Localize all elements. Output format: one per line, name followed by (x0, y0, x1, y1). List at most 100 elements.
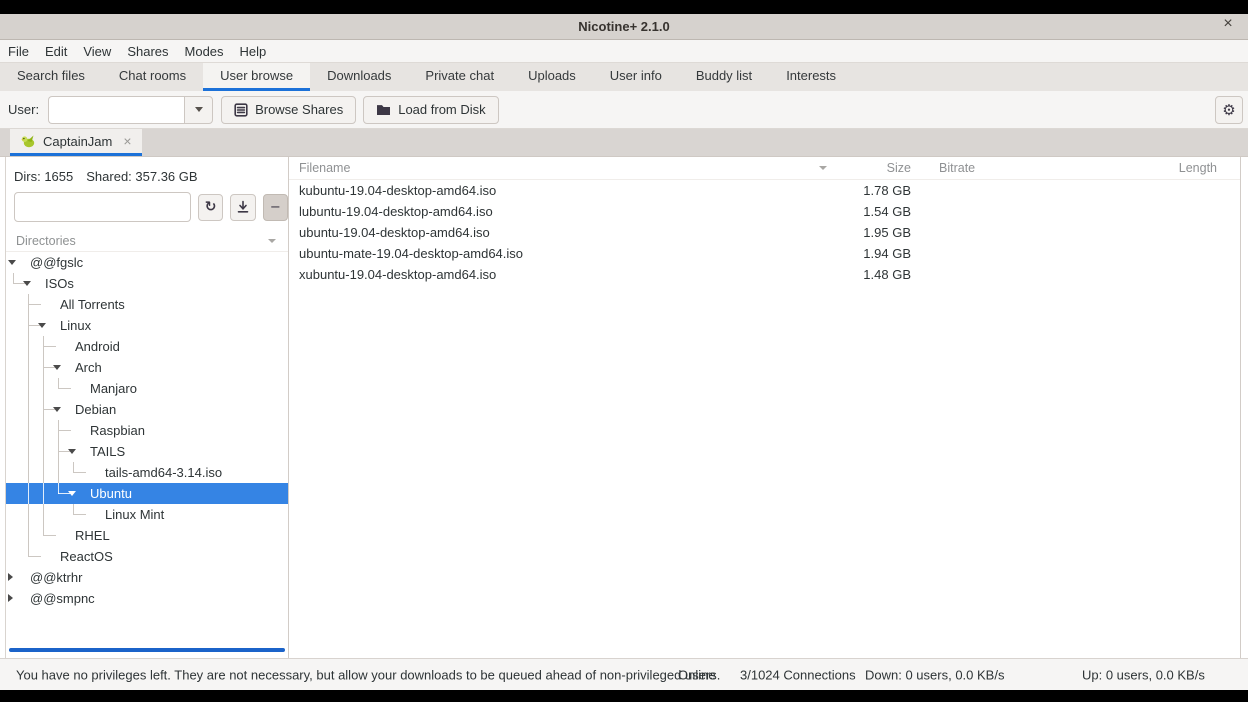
tree-item-android[interactable]: Android (6, 336, 288, 357)
tab-user-browse[interactable]: User browse (203, 63, 310, 91)
file-size: 1.54 GB (837, 204, 921, 219)
tree-item-label: @@ktrhr (30, 567, 82, 588)
file-table-header: Filename Size Bitrate Length (289, 157, 1240, 180)
chevron-down-icon (268, 239, 276, 243)
download-icon (236, 200, 250, 214)
menu-file[interactable]: File (0, 40, 37, 63)
column-header-bitrate[interactable]: Bitrate (921, 161, 1079, 175)
tree-item-label: ReactOS (60, 546, 113, 567)
folder-search-field[interactable] (14, 192, 191, 222)
expander-open-icon[interactable] (23, 281, 31, 286)
file-size: 1.95 GB (837, 225, 921, 240)
tree-line (58, 462, 59, 483)
file-name: xubuntu-19.04-desktop-amd64.iso (289, 267, 837, 282)
session-tab-label: CaptainJam (43, 134, 112, 149)
window-close-icon[interactable]: × (1218, 15, 1238, 33)
tab-private-chat[interactable]: Private chat (408, 63, 511, 91)
expander-closed-icon[interactable] (8, 594, 13, 602)
file-row[interactable]: xubuntu-19.04-desktop-amd64.iso1.48 GB (289, 264, 1240, 285)
tree-item-debian[interactable]: Debian (6, 399, 288, 420)
expander-open-icon[interactable] (68, 491, 76, 496)
tree-branch-line (28, 556, 41, 557)
tree-item-fgslc[interactable]: @@fgslc (6, 252, 288, 273)
directory-tree: @@fgslcISOsAll TorrentsLinuxAndroidArchM… (6, 252, 288, 609)
browse-shares-button[interactable]: Browse Shares (221, 96, 356, 124)
tree-item-smpnc[interactable]: @@smpnc (6, 588, 288, 609)
expander-closed-icon[interactable] (8, 573, 13, 581)
menu-help[interactable]: Help (232, 40, 275, 63)
tree-line (28, 462, 29, 483)
tree-line (43, 483, 44, 504)
column-header-size[interactable]: Size (837, 161, 921, 175)
expander-open-icon[interactable] (68, 449, 76, 454)
tree-item-linux[interactable]: Linux (6, 315, 288, 336)
tab-user-info[interactable]: User info (593, 63, 679, 91)
upload-stats: Up: 0 users, 0.0 KB/s (1082, 667, 1205, 682)
tree-item-label: @@smpnc (30, 588, 95, 609)
tab-interests[interactable]: Interests (769, 63, 853, 91)
folder-search-input[interactable] (27, 193, 203, 221)
user-label: User: (8, 102, 39, 117)
column-header-filename[interactable]: Filename (289, 161, 837, 175)
user-input[interactable] (48, 96, 184, 124)
user-dropdown-button[interactable] (184, 96, 213, 124)
folder-search-row: ↻ − (6, 192, 288, 222)
tree-item-label: Ubuntu (90, 483, 132, 504)
statusbar: You have no privileges left. They are no… (0, 658, 1248, 690)
tree-line (28, 525, 29, 546)
tab-downloads[interactable]: Downloads (310, 63, 408, 91)
configure-shares-button[interactable]: ⚙ (1215, 96, 1243, 124)
tree-item-reactos[interactable]: ReactOS (6, 546, 288, 567)
tab-buddy-list[interactable]: Buddy list (679, 63, 769, 91)
tab-captainjam[interactable]: CaptainJam × (10, 129, 142, 156)
tree-item-all-torrents[interactable]: All Torrents (6, 294, 288, 315)
file-row[interactable]: lubuntu-19.04-desktop-amd64.iso1.54 GB (289, 201, 1240, 222)
tree-item-label: Arch (75, 357, 102, 378)
menubar: FileEditViewSharesModesHelp (0, 40, 1248, 63)
tree-item-rhel[interactable]: RHEL (6, 525, 288, 546)
status-message: You have no privileges left. They are no… (16, 667, 720, 682)
browse-content: Dirs: 1655 Shared: 357.36 GB ↻ (0, 157, 1248, 658)
tree-item-linux-mint[interactable]: Linux Mint (6, 504, 288, 525)
file-size: 1.78 GB (837, 183, 921, 198)
tree-item-raspbian[interactable]: Raspbian (6, 420, 288, 441)
session-tabbar: CaptainJam × (0, 129, 1248, 157)
tree-item-tails-amd64-3-14-iso[interactable]: tails-amd64-3.14.iso (6, 462, 288, 483)
expander-open-icon[interactable] (38, 323, 46, 328)
save-shares-button[interactable] (230, 194, 255, 221)
file-row[interactable]: kubuntu-19.04-desktop-amd64.iso1.78 GB (289, 180, 1240, 201)
expander-open-icon[interactable] (8, 260, 16, 265)
tree-branch-line (58, 388, 71, 389)
file-name: kubuntu-19.04-desktop-amd64.iso (289, 183, 837, 198)
tab-uploads[interactable]: Uploads (511, 63, 593, 91)
load-from-disk-button[interactable]: Load from Disk (363, 96, 498, 124)
tree-item-label: ISOs (45, 273, 74, 294)
tab-search-files[interactable]: Search files (0, 63, 102, 91)
expander-open-icon[interactable] (53, 407, 61, 412)
share-stats: Dirs: 1655 Shared: 357.36 GB (6, 157, 288, 192)
horizontal-scrollbar[interactable] (9, 648, 285, 652)
connection-status: Online (678, 667, 716, 682)
menu-shares[interactable]: Shares (119, 40, 176, 63)
close-icon[interactable]: × (123, 133, 131, 149)
menu-edit[interactable]: Edit (37, 40, 75, 63)
refresh-button[interactable]: ↻ (198, 194, 223, 221)
file-row[interactable]: ubuntu-mate-19.04-desktop-amd64.iso1.94 … (289, 243, 1240, 264)
collapse-all-button[interactable]: − (263, 194, 288, 221)
tree-item-ktrhr[interactable]: @@ktrhr (6, 567, 288, 588)
tab-chat-rooms[interactable]: Chat rooms (102, 63, 203, 91)
menu-view[interactable]: View (75, 40, 119, 63)
tree-item-ubuntu[interactable]: Ubuntu (6, 483, 288, 504)
tree-item-arch[interactable]: Arch (6, 357, 288, 378)
menu-modes[interactable]: Modes (177, 40, 232, 63)
tree-item-isos[interactable]: ISOs (6, 273, 288, 294)
tree-item-label: Android (75, 336, 120, 357)
tree-item-tails[interactable]: TAILS (6, 441, 288, 462)
file-row[interactable]: ubuntu-19.04-desktop-amd64.iso1.95 GB (289, 222, 1240, 243)
directories-column-header[interactable]: Directories (6, 230, 288, 252)
titlebar[interactable]: Nicotine+ 2.1.0 × (0, 14, 1248, 40)
shared-size: Shared: 357.36 GB (86, 169, 197, 184)
column-header-length[interactable]: Length (1079, 161, 1240, 175)
expander-open-icon[interactable] (53, 365, 61, 370)
tree-item-manjaro[interactable]: Manjaro (6, 378, 288, 399)
